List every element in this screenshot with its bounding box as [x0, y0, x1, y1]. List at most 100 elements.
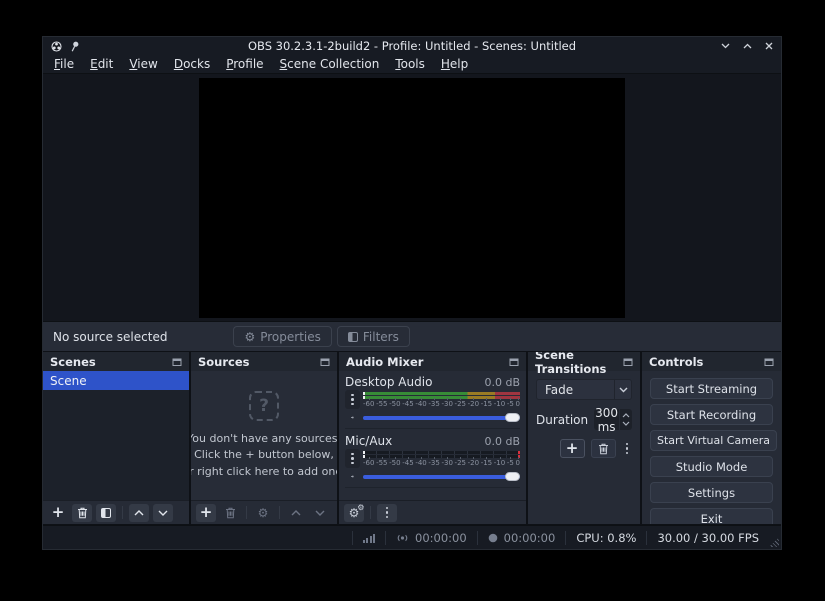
db-scale: -60-55-50-45-40-35-30-25-20-15-10-50 — [363, 459, 520, 467]
start-recording-button[interactable]: Start Recording — [650, 404, 773, 425]
scene-transitions-panel: Scene Transitions Fade Duration — [528, 352, 640, 524]
controls-body: Start Streaming Start Recording Start Vi… — [642, 371, 781, 524]
scene-transitions-header: Scene Transitions — [528, 352, 640, 371]
menu-file[interactable]: File — [46, 56, 82, 72]
remove-transition-button[interactable] — [591, 439, 616, 458]
network-status — [353, 533, 386, 543]
start-virtual-camera-button[interactable]: Start Virtual Camera — [650, 430, 777, 451]
window-maximize-icon[interactable] — [743, 43, 752, 49]
plus-icon: + — [566, 441, 579, 456]
resize-grip-icon[interactable] — [769, 537, 779, 547]
window-title: OBS 30.2.3.1-2build2 - Profile: Untitled… — [171, 39, 653, 53]
transition-select[interactable]: Fade — [536, 379, 632, 400]
slider-handle[interactable] — [505, 413, 520, 422]
duration-spinbox[interactable]: 300 ms — [594, 409, 632, 430]
popout-icon[interactable] — [509, 357, 519, 367]
remove-source-button[interactable] — [220, 504, 240, 522]
properties-button[interactable]: ⚙ Properties — [233, 326, 331, 347]
spin-up-icon[interactable] — [622, 413, 630, 418]
menu-edit[interactable]: Edit — [82, 56, 121, 72]
properties-button-label: Properties — [260, 330, 321, 344]
scenes-panel: Scenes Scene + — [43, 352, 189, 524]
fps-indicator: 30.00 / 30.00 FPS — [647, 531, 769, 545]
add-transition-button[interactable]: + — [560, 439, 585, 458]
program-canvas[interactable] — [199, 78, 625, 318]
menu-docks[interactable]: Docks — [166, 56, 218, 72]
settings-button[interactable]: Settings — [650, 482, 773, 503]
gear-icon: ⚙ — [258, 507, 269, 519]
popout-icon[interactable] — [764, 357, 774, 367]
channel-level: 0.0 dB — [484, 435, 520, 448]
toolbar-separator — [122, 506, 123, 519]
duration-label: Duration — [536, 413, 588, 427]
studio-mode-button[interactable]: Studio Mode — [650, 456, 773, 477]
sources-panel: Sources ? You don't have any sources. Cl… — [191, 352, 337, 524]
window-close-icon[interactable] — [765, 42, 773, 50]
filters-button-label: Filters — [363, 330, 399, 344]
network-bars-icon — [363, 533, 376, 543]
plus-icon: + — [200, 505, 213, 520]
record-timer: 00:00:00 — [478, 531, 566, 545]
source-move-up-button[interactable] — [286, 504, 306, 522]
exit-button[interactable]: Exit — [650, 508, 773, 524]
scene-move-down-button[interactable] — [153, 504, 173, 522]
channel-name: Mic/Aux — [345, 434, 392, 448]
mixer-menu-kebab-icon[interactable] — [377, 504, 397, 522]
question-mark-icon: ? — [249, 391, 279, 421]
remove-scene-button[interactable] — [72, 504, 92, 522]
duration-value: 300 ms — [594, 406, 619, 434]
window-shade-icon[interactable] — [721, 43, 730, 49]
toolbar-separator — [370, 506, 371, 519]
double-gear-icon: ⚙⚙ — [349, 507, 360, 519]
volume-slider[interactable] — [363, 470, 520, 483]
toolbar-separator — [246, 506, 247, 519]
scenes-toolbar: + — [43, 500, 189, 524]
scene-filters-icon — [101, 508, 111, 518]
menu-tools[interactable]: Tools — [387, 56, 433, 72]
scene-list-item[interactable]: Scene — [43, 371, 189, 390]
speaker-icon[interactable] — [345, 470, 360, 483]
dock-area: Scenes Scene + — [43, 351, 781, 525]
popout-icon[interactable] — [623, 357, 633, 367]
menu-scene-collection[interactable]: Scene Collection — [272, 56, 388, 72]
menu-view[interactable]: View — [121, 56, 165, 72]
source-move-down-button[interactable] — [310, 504, 330, 522]
menu-bar: File Edit View Docks Profile Scene Colle… — [43, 55, 781, 74]
channel-menu-kebab-icon[interactable] — [345, 390, 360, 409]
add-source-button[interactable]: + — [196, 504, 216, 522]
stream-timer: 00:00:00 — [386, 531, 477, 545]
sources-panel-header: Sources — [191, 352, 337, 371]
advanced-audio-properties-button[interactable]: ⚙⚙ — [344, 504, 364, 522]
scene-move-up-button[interactable] — [129, 504, 149, 522]
chevron-up-icon — [134, 510, 144, 516]
spin-down-icon[interactable] — [622, 421, 630, 426]
filters-button[interactable]: Filters — [337, 326, 410, 347]
menu-profile[interactable]: Profile — [218, 56, 271, 72]
source-properties-button[interactable]: ⚙ — [253, 504, 273, 522]
popout-icon[interactable] — [320, 357, 330, 367]
window-titlebar: OBS 30.2.3.1-2build2 - Profile: Untitled… — [43, 37, 781, 55]
gear-icon: ⚙ — [244, 331, 255, 343]
obs-logo-icon — [51, 37, 62, 56]
audio-mixer-body: Desktop Audio 0.0 dB -60-55-50-45-40-35-… — [339, 371, 526, 500]
popout-icon[interactable] — [172, 357, 182, 367]
sources-empty-state[interactable]: ? You don't have any sources. Click the … — [191, 371, 337, 500]
volume-slider[interactable] — [363, 411, 520, 424]
trash-icon — [598, 443, 609, 455]
scene-filters-button[interactable] — [96, 504, 116, 522]
chevron-down-icon — [614, 380, 631, 399]
speaker-icon[interactable] — [345, 411, 360, 424]
menu-help[interactable]: Help — [433, 56, 476, 72]
trash-icon — [225, 507, 236, 519]
scenes-panel-header: Scenes — [43, 352, 189, 371]
sources-empty-line: Click the + button below, — [194, 447, 334, 464]
pin-icon[interactable] — [70, 37, 80, 56]
transition-menu-kebab-icon[interactable] — [622, 441, 633, 457]
slider-handle[interactable] — [505, 472, 520, 481]
start-streaming-button[interactable]: Start Streaming — [650, 378, 773, 399]
chevron-down-icon — [315, 510, 325, 516]
channel-menu-kebab-icon[interactable] — [345, 449, 360, 468]
sources-empty-line: You don't have any sources. — [191, 431, 337, 448]
filters-icon — [348, 332, 358, 342]
add-scene-button[interactable]: + — [48, 504, 68, 522]
